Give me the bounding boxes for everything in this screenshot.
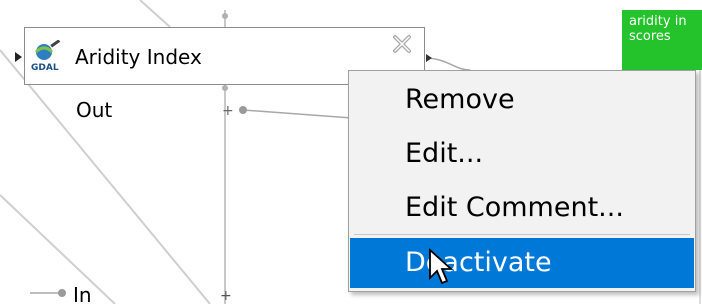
input-port-label: In bbox=[73, 283, 92, 307]
menu-item-edit[interactable]: Edit... bbox=[350, 129, 694, 179]
svg-text:+: + bbox=[220, 288, 232, 304]
menu-separator bbox=[354, 234, 690, 235]
output-node[interactable]: aridity in scores bbox=[622, 10, 702, 70]
menu-item-edit-comment[interactable]: Edit Comment... bbox=[350, 183, 694, 233]
svg-text:GDAL: GDAL bbox=[31, 63, 59, 72]
mouse-cursor-icon bbox=[428, 247, 454, 292]
context-menu: Remove Edit... Edit Comment... Deactivat… bbox=[348, 70, 696, 292]
output-node-line2: scores bbox=[629, 29, 671, 44]
svg-text:+: + bbox=[222, 103, 234, 119]
output-port-label: Out bbox=[76, 98, 113, 122]
menu-item-deactivate[interactable]: Deactivate bbox=[350, 238, 694, 288]
menu-item-remove[interactable]: Remove bbox=[350, 75, 694, 125]
node-title: Aridity Index bbox=[75, 45, 202, 69]
output-node-line1: aridity in bbox=[629, 14, 687, 29]
model-canvas[interactable]: + + GDAL Aridity Index Out In aridity in… bbox=[0, 0, 702, 307]
close-icon[interactable] bbox=[391, 33, 413, 55]
gdal-icon: GDAL bbox=[30, 39, 64, 73]
